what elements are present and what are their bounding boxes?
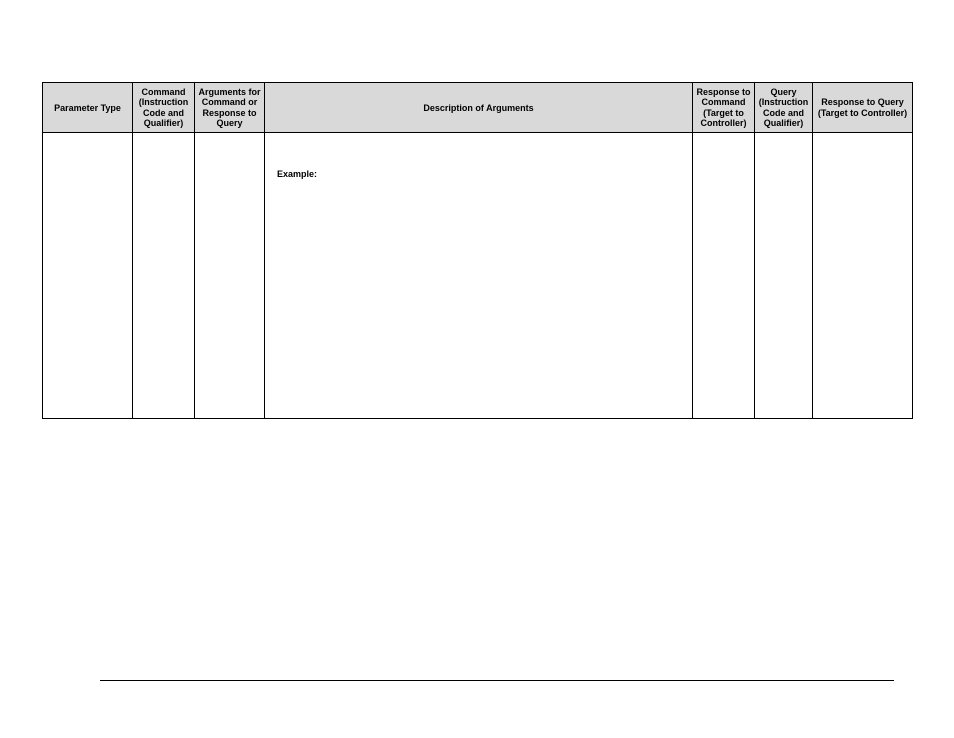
cell-parameter-type: [43, 133, 133, 419]
table-row: Example:: [43, 133, 913, 419]
cell-query: [755, 133, 813, 419]
cell-command: [133, 133, 195, 419]
table-header-row: Parameter Type Command (Instruction Code…: [43, 83, 913, 133]
command-table: Parameter Type Command (Instruction Code…: [42, 82, 913, 419]
document-page: Parameter Type Command (Instruction Code…: [0, 0, 954, 738]
footer-divider: [100, 680, 894, 681]
header-command: Command (Instruction Code and Qualifier): [133, 83, 195, 133]
header-query: Query (Instruction Code and Qualifier): [755, 83, 813, 133]
command-table-wrapper: Parameter Type Command (Instruction Code…: [42, 82, 912, 419]
cell-description: Example:: [265, 133, 693, 419]
cell-response-query: [813, 133, 913, 419]
header-parameter-type: Parameter Type: [43, 83, 133, 133]
header-response-query: Response to Query (Target to Controller): [813, 83, 913, 133]
header-response-command: Response to Command (Target to Controlle…: [693, 83, 755, 133]
cell-arguments: [195, 133, 265, 419]
cell-response-command: [693, 133, 755, 419]
header-arguments: Arguments for Command or Response to Que…: [195, 83, 265, 133]
header-description: Description of Arguments: [265, 83, 693, 133]
